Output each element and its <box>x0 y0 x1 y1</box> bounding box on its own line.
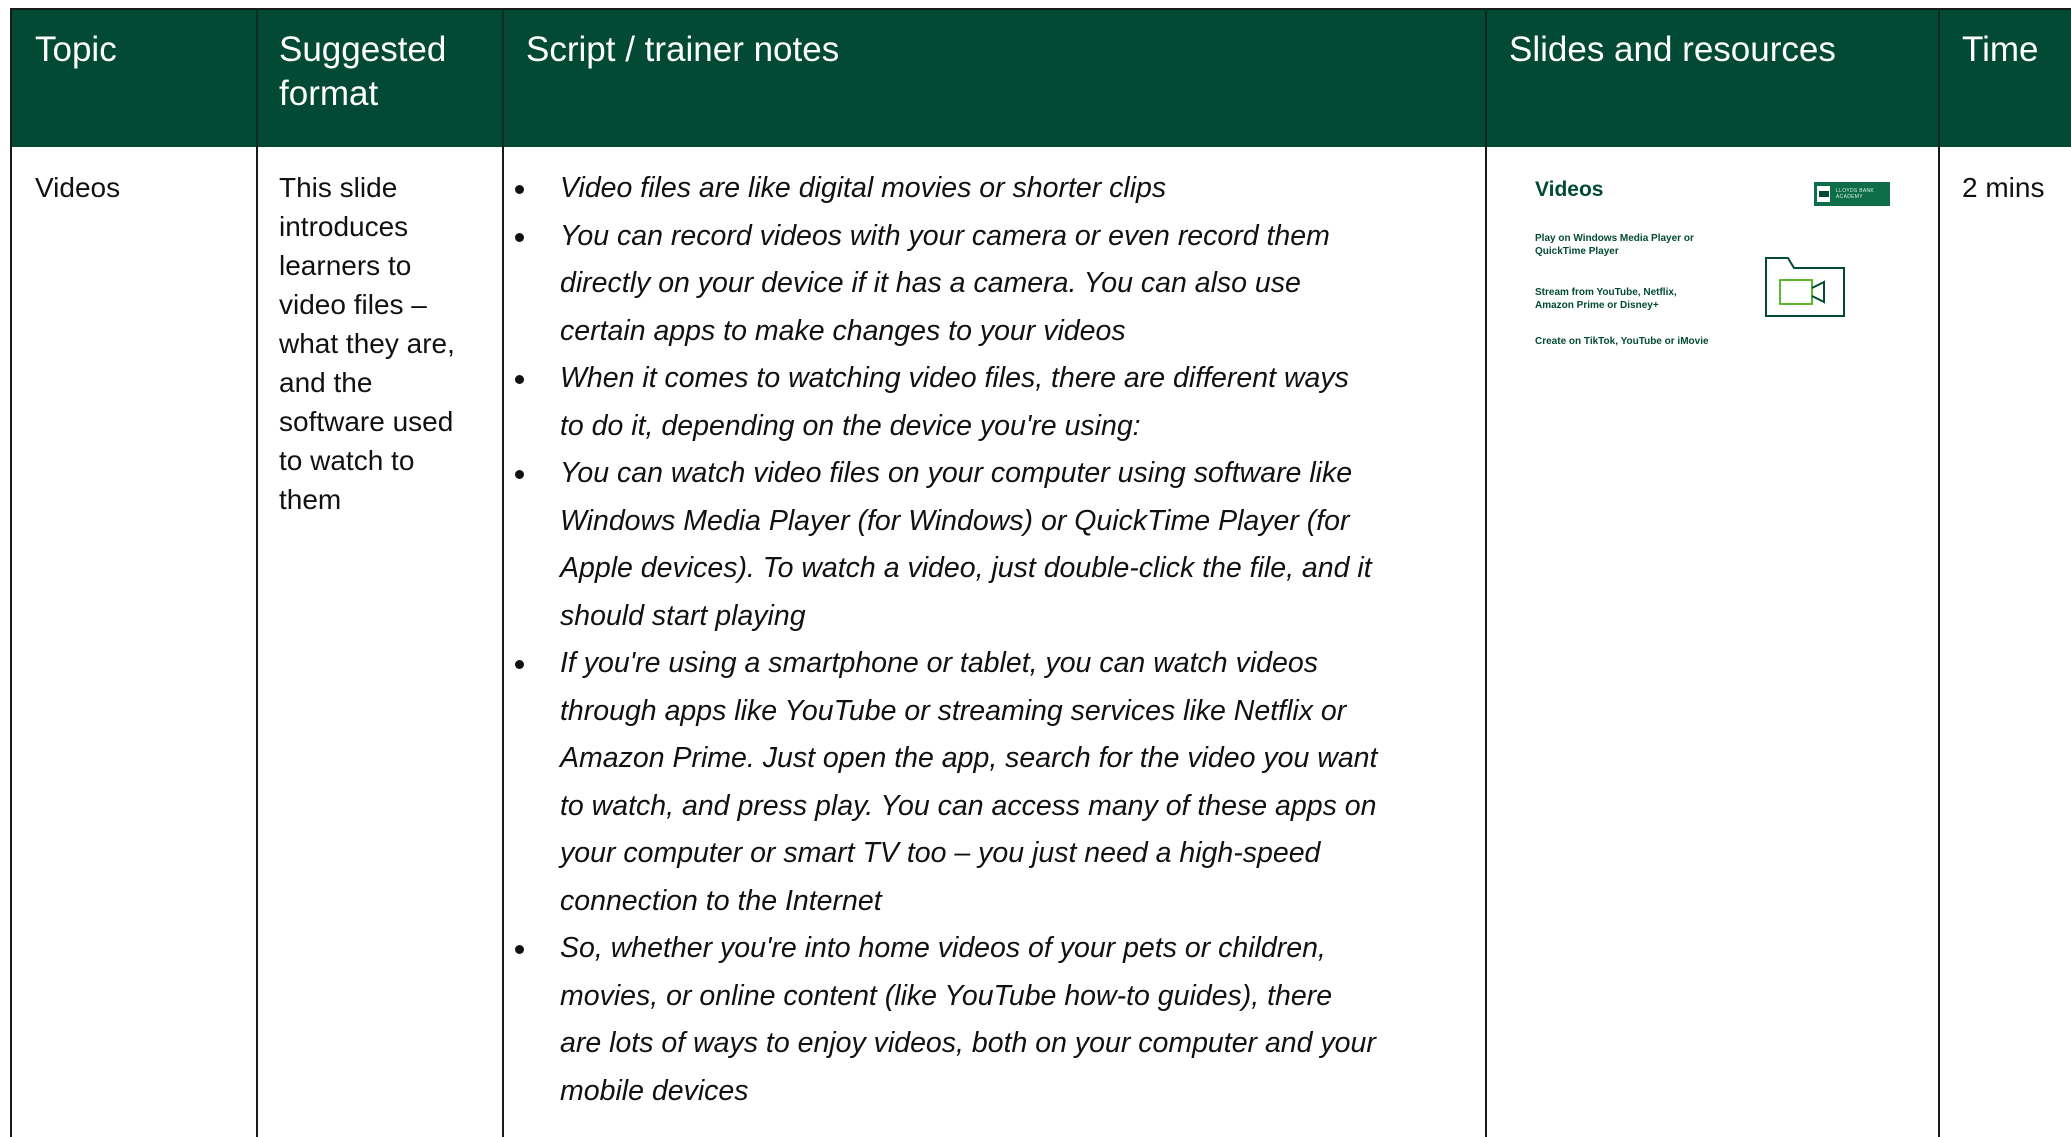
notes-line: When it comes to watching video files, t… <box>560 362 1349 394</box>
notes-line: mobile devices <box>560 1074 749 1107</box>
slide-line: Amazon Prime or Disney+ <box>1535 300 1659 311</box>
header-divider <box>1485 8 1487 145</box>
time-cell: 2 mins <box>1962 172 2045 203</box>
horse-logo-icon <box>1817 186 1831 202</box>
format-line: learners to <box>279 250 412 281</box>
slide-line: Create on TikTok, YouTube or iMovie <box>1535 336 1709 347</box>
header-divider <box>256 8 258 145</box>
format-line: and the <box>279 367 373 398</box>
trainer-notes-list: Video files are like digital movies or s… <box>515 165 1460 1115</box>
header-script-notes: Script / trainer notes <box>526 30 840 69</box>
notes-bullet: When it comes to watching video files, t… <box>515 355 1460 450</box>
slide-line: Stream from YouTube, Netflix, <box>1535 287 1677 298</box>
column-border <box>256 145 258 1137</box>
notes-line: certain apps to make changes to your vid… <box>560 314 1126 347</box>
notes-bullet: So, whether you're into home videos of y… <box>515 925 1460 1115</box>
format-line: software used <box>279 406 454 437</box>
notes-bullet: If you're using a smartphone or tablet, … <box>515 640 1460 925</box>
notes-line: Amazon Prime. Just open the app, search … <box>560 742 1378 774</box>
column-border <box>10 145 12 1137</box>
header-divider <box>502 8 504 145</box>
format-line: to watch to <box>279 445 415 476</box>
column-border <box>1938 145 1940 1137</box>
header-topic: Topic <box>35 30 117 69</box>
notes-line: You can watch video files on your comput… <box>560 457 1353 489</box>
format-line: them <box>279 484 342 515</box>
notes-line: If you're using a smartphone or tablet, … <box>560 647 1318 679</box>
topic-cell: Videos <box>35 172 121 203</box>
notes-line: So, whether you're into home videos of y… <box>560 932 1326 964</box>
column-border <box>1485 145 1487 1137</box>
format-line: This slide <box>279 172 398 203</box>
notes-line: Video files are like digital movies or s… <box>560 172 1167 204</box>
lesson-plan-table: Topic Suggested format Script / trainer … <box>0 0 2071 1137</box>
header-time: Time <box>1962 30 2039 69</box>
header-slides-resources: Slides and resources <box>1509 30 1836 69</box>
format-line: video files – <box>279 289 427 320</box>
format-line: what they are, <box>279 328 455 359</box>
notes-line: your computer or smart TV too – you just… <box>560 837 1321 869</box>
lloyds-bank-academy-logo: LLOYDS BANK ACADEMY <box>1814 182 1890 206</box>
header-divider <box>1938 8 1940 145</box>
format-line: introduces <box>279 211 409 242</box>
notes-line: are lots of ways to enjoy videos, both o… <box>560 1027 1376 1059</box>
notes-line: Windows Media Player (for Windows) or Qu… <box>560 504 1350 537</box>
slide-line: QuickTime Player <box>1535 246 1619 257</box>
notes-line: movies, or online content (like YouTube … <box>560 979 1333 1012</box>
notes-line: Apple devices). To watch a video, just d… <box>560 552 1372 584</box>
notes-line: should start playing <box>560 599 806 632</box>
notes-line: to do it, depending on the device you're… <box>560 409 1141 442</box>
notes-line: directly on your device if it has a came… <box>560 267 1301 299</box>
notes-bullet: You can record videos with your camera o… <box>515 213 1460 356</box>
notes-line: through apps like YouTube or streaming s… <box>560 694 1347 727</box>
format-cell: This slide introduces learners to video … <box>279 168 489 519</box>
notes-line: connection to the Internet <box>560 884 882 917</box>
notes-bullet: Video files are like digital movies or s… <box>515 165 1460 213</box>
column-border <box>502 145 504 1137</box>
logo-text: LLOYDS BANK ACADEMY <box>1836 188 1875 200</box>
notes-line: You can record videos with your camera o… <box>560 219 1330 252</box>
slide-title: Videos <box>1535 178 1604 201</box>
video-folder-icon <box>1765 257 1845 317</box>
notes-line: to watch, and press play. You can access… <box>560 789 1377 822</box>
notes-bullet: You can watch video files on your comput… <box>515 450 1460 640</box>
slide-thumbnail: Videos LLOYDS BANK ACADEMY Play on Windo… <box>1520 170 1900 380</box>
slide-line: Play on Windows Media Player or <box>1535 233 1694 244</box>
header-suggested-format: Suggested format <box>279 30 447 113</box>
